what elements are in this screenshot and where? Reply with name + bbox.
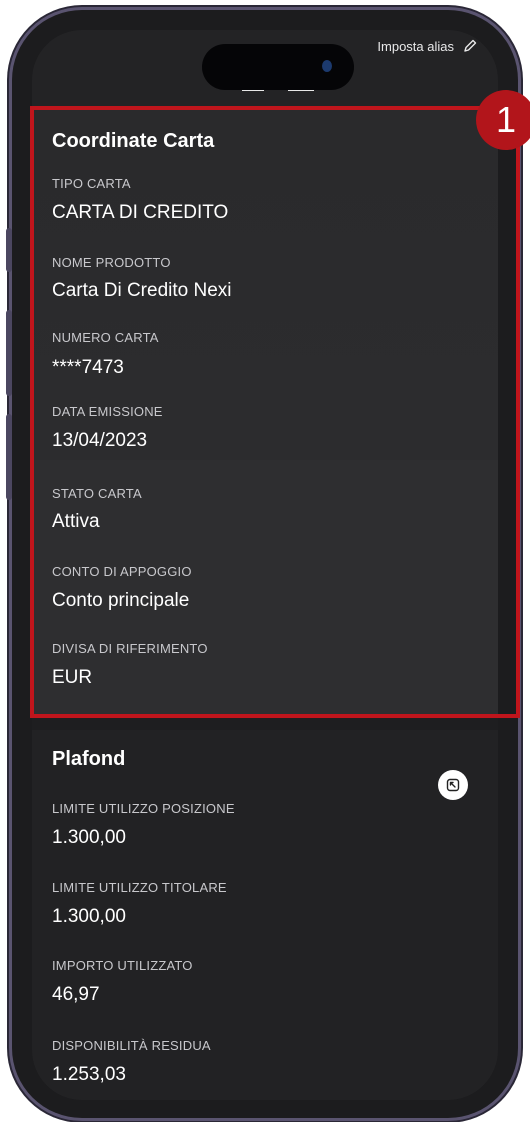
set-alias-button[interactable]: Imposta alias <box>377 38 478 54</box>
holder-limit-value: 1.300,00 <box>52 906 126 927</box>
used-amount-label: IMPORTO UTILIZZATO <box>52 958 193 973</box>
expand-icon <box>446 778 460 792</box>
pencil-icon <box>464 39 477 52</box>
step-badge: 1 <box>476 90 530 150</box>
volume-up-button <box>6 310 12 396</box>
position-limit-label: LIMITE UTILIZZO POSIZIONE <box>52 801 235 816</box>
used-amount-value: 46,97 <box>52 984 100 1005</box>
highlight-box <box>30 106 520 718</box>
volume-down-button <box>6 414 12 500</box>
camera-dot <box>322 60 332 72</box>
set-alias-label: Imposta alias <box>377 38 454 54</box>
plafond-section: Plafond LIMITE UTILIZZO POSIZIONE 1.300,… <box>32 730 498 1100</box>
available-balance-label: DISPONIBILITÀ RESIDUA <box>52 1038 211 1053</box>
holder-limit-label: LIMITE UTILIZZO TITOLARE <box>52 880 227 895</box>
expand-button[interactable] <box>438 770 468 800</box>
mute-switch <box>6 228 12 272</box>
available-balance-value: 1.253,03 <box>52 1064 126 1085</box>
position-limit-value: 1.300,00 <box>52 827 126 848</box>
dynamic-island <box>202 44 354 90</box>
plafond-title: Plafond <box>52 748 126 770</box>
